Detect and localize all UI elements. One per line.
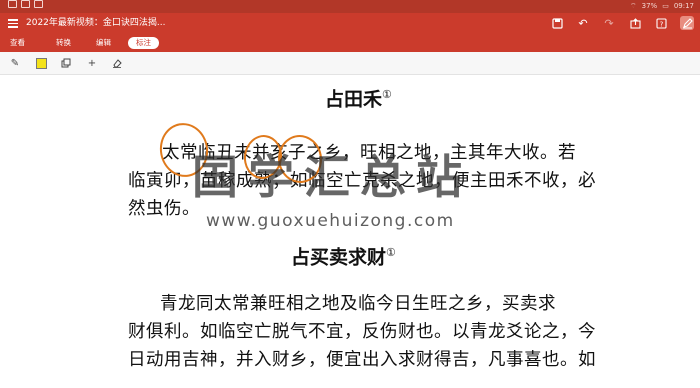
footnote-mark-2: ① [386, 246, 396, 259]
highlight-icon[interactable] [35, 57, 47, 69]
footnote-mark: ① [382, 88, 392, 101]
status-right: ⌔ 37% ▭ 09:17 [630, 0, 694, 13]
eraser-icon[interactable] [111, 57, 123, 69]
battery-icon: ▭ [662, 2, 669, 10]
heading-buy-sell: 占买卖求财① [291, 246, 396, 269]
para2-line3: 日动用吉神，并入财乡，便宜出入求财得吉，凡事喜也。如 [128, 350, 596, 370]
wifi-icon: ⌔ [630, 2, 637, 10]
copy-icon[interactable] [60, 57, 72, 69]
redo-icon[interactable]: ↷ [602, 16, 616, 30]
clock: 09:17 [673, 2, 694, 10]
signal-icon [8, 0, 17, 8]
annotate-icon[interactable] [680, 16, 694, 30]
tab-view[interactable]: 查看 [10, 37, 25, 49]
system-status-bar: ⌔ 37% ▭ 09:17 [0, 0, 700, 13]
tab-convert[interactable]: 转换 [56, 37, 71, 49]
watermark-logo-text: 国学汇总站 [192, 150, 472, 204]
document-page[interactable]: 占田禾① 太常临丑未并亥子之乡，旺相之地，主其年大收。若 临寅卯，苗稼成熟；如临… [0, 75, 700, 388]
status-left-icons [8, 0, 43, 8]
para2-line2: 财俱利。如临空亡脱气不宜，反伤财也。以青龙爻论之，今 [128, 322, 596, 342]
app-title-bar: 2022年最新视频：金口诀四法揭... ↶ ↷ ? [0, 13, 700, 34]
watermark-url: www.guoxuehuizong.com [206, 211, 455, 231]
menu-icon[interactable] [8, 17, 18, 29]
help-icon[interactable]: ? [654, 16, 668, 30]
notification-icon [34, 0, 43, 8]
battery-level: 37% [641, 2, 658, 10]
pen-icon[interactable]: ✎ [9, 57, 21, 69]
svg-text:?: ? [659, 20, 663, 28]
tab-edit[interactable]: 编辑 [96, 37, 111, 49]
save-icon[interactable] [550, 16, 564, 30]
document-title: 2022年最新视频：金口诀四法揭... [26, 18, 166, 28]
para2-line1: 青龙同太常兼旺相之地及临今日生旺之乡，买卖求 [160, 294, 556, 314]
annotation-toolbar: ✎ + [0, 52, 700, 75]
ribbon-tabs: 查看 转换 编辑 标注 [0, 34, 700, 52]
heading-tian-he: 占田禾① [325, 88, 392, 111]
share-icon[interactable] [628, 16, 642, 30]
para1-line3: 然虫伤。 [128, 199, 200, 219]
image-icon [21, 0, 30, 8]
title-actions: ↶ ↷ ? [550, 16, 694, 30]
add-icon[interactable]: + [86, 57, 98, 69]
undo-icon[interactable]: ↶ [576, 16, 590, 30]
tab-annotate[interactable]: 标注 [128, 37, 159, 49]
